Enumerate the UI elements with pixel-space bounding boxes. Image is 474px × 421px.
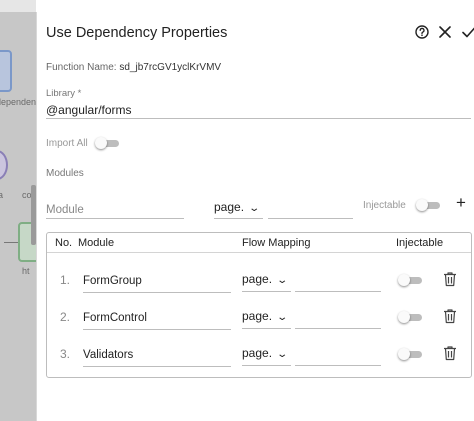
table-row: 1. FormGroup page. ⌄ <box>47 261 471 297</box>
row-injectable-toggle[interactable] <box>398 274 424 286</box>
column-header-flow-mapping: Flow Mapping <box>242 237 311 249</box>
flow-mapping-select[interactable]: page. ⌄ <box>214 200 261 214</box>
function-name-label: Function Name: <box>46 62 117 73</box>
row-flow-underline <box>242 291 291 292</box>
row-number: 2. <box>60 310 71 324</box>
chevron-down-icon: ⌄ <box>276 312 289 323</box>
chevron-down-icon: ⌄ <box>276 275 289 286</box>
trash-icon[interactable] <box>443 271 457 287</box>
canvas-node-circle <box>0 150 8 180</box>
check-icon[interactable] <box>460 23 474 41</box>
row-flow-select[interactable]: page. ⌄ <box>242 346 289 360</box>
column-header-no: No. <box>55 237 73 249</box>
chevron-down-icon: ⌄ <box>248 203 261 214</box>
column-header-injectable: Injectable <box>396 237 444 249</box>
import-all-label: Import All <box>46 138 88 149</box>
canvas-node-label: ht <box>22 266 30 276</box>
column-header-module: Module <box>78 237 115 249</box>
canvas-node-dependency <box>0 50 12 92</box>
injectable-label: Injectable <box>363 200 406 211</box>
import-all-toggle[interactable] <box>95 137 121 149</box>
row-flow-underline <box>242 365 291 366</box>
row-flow-select[interactable]: page. ⌄ <box>242 272 289 286</box>
row-flow-path-input[interactable] <box>295 291 381 292</box>
flow-select-underline <box>214 218 263 219</box>
header-divider <box>47 252 471 253</box>
row-flow-value: page. <box>242 346 273 360</box>
module-input[interactable] <box>46 201 184 219</box>
chevron-down-icon: ⌄ <box>276 349 289 360</box>
dialog-title: Use Dependency Properties <box>46 25 228 41</box>
row-flow-path-input[interactable] <box>295 365 381 366</box>
row-module-field[interactable]: FormControl <box>83 312 231 330</box>
row-flow-path-input[interactable] <box>295 328 381 329</box>
table-row: 3. Validators page. ⌄ <box>47 335 471 371</box>
row-injectable-toggle[interactable] <box>398 348 424 360</box>
trash-icon[interactable] <box>443 345 457 361</box>
row-flow-underline <box>242 328 291 329</box>
row-flow-value: page. <box>242 309 273 323</box>
trash-icon[interactable] <box>443 308 457 324</box>
dependency-properties-dialog: Use Dependency Properties Function Name:… <box>36 12 474 421</box>
row-flow-value: page. <box>242 272 273 286</box>
canvas-top-strip <box>0 0 36 12</box>
row-number: 1. <box>60 273 71 287</box>
canvas-node-label: dependency <box>0 97 36 107</box>
function-name: Function Name: sd_jb7rcGV1yclKrVMV <box>46 62 221 73</box>
modules-table: No. Module Flow Mapping Injectable 1. Fo… <box>46 232 472 378</box>
close-icon[interactable] <box>436 23 454 41</box>
row-injectable-toggle[interactable] <box>398 311 424 323</box>
function-name-value: sd_jb7rcGV1yclKrVMV <box>119 62 222 73</box>
modules-label: Modules <box>46 168 84 179</box>
table-row: 2. FormControl page. ⌄ <box>47 298 471 334</box>
row-flow-select[interactable]: page. ⌄ <box>242 309 289 323</box>
injectable-toggle[interactable] <box>416 199 442 211</box>
library-label: Library * <box>46 88 82 99</box>
plus-icon[interactable]: + <box>456 194 466 212</box>
help-circle-icon[interactable] <box>413 23 431 41</box>
flow-path-input[interactable] <box>268 218 353 219</box>
row-module-field[interactable]: Validators <box>83 349 231 367</box>
canvas-node-label: a <box>0 190 4 200</box>
row-module-field[interactable]: FormGroup <box>83 275 231 293</box>
row-number: 3. <box>60 347 71 361</box>
flow-mapping-select-value: page. <box>214 200 245 214</box>
background-canvas: dependency a co ht <box>0 0 36 421</box>
library-input[interactable] <box>46 101 471 119</box>
